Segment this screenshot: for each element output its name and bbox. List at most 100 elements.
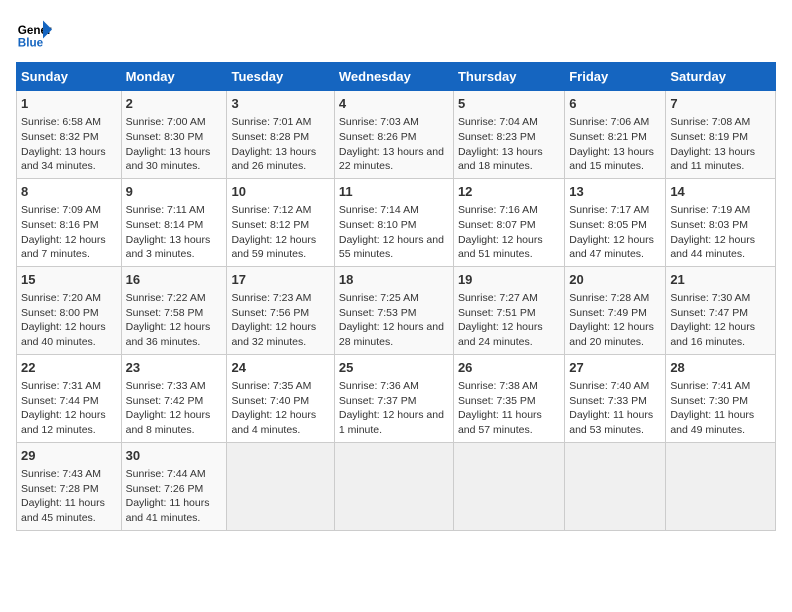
calendar-cell: 2 Sunrise: 7:00 AMSunset: 8:30 PMDaylight… [121, 91, 227, 179]
calendar-cell: 21 Sunrise: 7:30 AMSunset: 7:47 PMDayligh… [666, 266, 776, 354]
calendar-cell: 12 Sunrise: 7:16 AMSunset: 8:07 PMDayligh… [453, 178, 564, 266]
calendar-cell: 14 Sunrise: 7:19 AMSunset: 8:03 PMDayligh… [666, 178, 776, 266]
day-number: 20 [569, 271, 661, 289]
day-number: 1 [21, 95, 117, 113]
day-info: Sunrise: 7:23 AMSunset: 7:56 PMDaylight:… [231, 291, 329, 350]
calendar-cell: 4 Sunrise: 7:03 AMSunset: 8:26 PMDaylight… [334, 91, 453, 179]
day-number: 11 [339, 183, 449, 201]
calendar-cell: 17Sunrise: 7:23 AMSunset: 7:56 PMDayligh… [227, 266, 334, 354]
day-info: Sunrise: 7:09 AMSunset: 8:16 PMDaylight:… [21, 203, 117, 262]
day-info: Sunrise: 7:17 AMSunset: 8:05 PMDaylight:… [569, 203, 661, 262]
day-number: 15 [21, 271, 117, 289]
calendar-cell: 24 Sunrise: 7:35 AMSunset: 7:40 PMDayligh… [227, 354, 334, 442]
day-info: Sunrise: 7:28 AMSunset: 7:49 PMDaylight:… [569, 291, 661, 350]
day-number: 5 [458, 95, 560, 113]
day-info: Sunrise: 7:22 AMSunset: 7:58 PMDaylight:… [126, 291, 223, 350]
day-info: Sunrise: 7:30 AMSunset: 7:47 PMDaylight:… [670, 291, 771, 350]
day-info: Sunrise: 7:36 AMSunset: 7:37 PMDaylight:… [339, 379, 449, 438]
day-info: Sunrise: 7:16 AMSunset: 8:07 PMDaylight:… [458, 203, 560, 262]
day-info: Sunrise: 7:43 AMSunset: 7:28 PMDaylight:… [21, 467, 117, 526]
day-number: 30 [126, 447, 223, 465]
page-header: General Blue [16, 16, 776, 52]
calendar-cell: 22Sunrise: 7:31 AMSunset: 7:44 PMDayligh… [17, 354, 122, 442]
calendar-week-row: 22Sunrise: 7:31 AMSunset: 7:44 PMDayligh… [17, 354, 776, 442]
calendar-cell: 10 Sunrise: 7:12 AMSunset: 8:12 PMDayligh… [227, 178, 334, 266]
day-number: 14 [670, 183, 771, 201]
day-info: Sunrise: 7:12 AMSunset: 8:12 PMDaylight:… [231, 203, 329, 262]
calendar-cell: 19Sunrise: 7:27 AMSunset: 7:51 PMDayligh… [453, 266, 564, 354]
weekday-header-tuesday: Tuesday [227, 63, 334, 91]
calendar-cell [666, 442, 776, 530]
day-number: 18 [339, 271, 449, 289]
day-number: 2 [126, 95, 223, 113]
day-number: 16 [126, 271, 223, 289]
day-number: 7 [670, 95, 771, 113]
weekday-header-saturday: Saturday [666, 63, 776, 91]
day-info: Sunrise: 7:08 AMSunset: 8:19 PMDaylight:… [670, 115, 771, 174]
day-info: Sunrise: 7:06 AMSunset: 8:21 PMDaylight:… [569, 115, 661, 174]
day-number: 3 [231, 95, 329, 113]
calendar-week-row: 29 Sunrise: 7:43 AMSunset: 7:28 PMDayligh… [17, 442, 776, 530]
weekday-header-thursday: Thursday [453, 63, 564, 91]
day-info: Sunrise: 7:20 AMSunset: 8:00 PMDaylight:… [21, 291, 117, 350]
day-info: Sunrise: 6:58 AMSunset: 8:32 PMDaylight:… [21, 115, 117, 174]
calendar-cell: 16 Sunrise: 7:22 AMSunset: 7:58 PMDayligh… [121, 266, 227, 354]
weekday-header-wednesday: Wednesday [334, 63, 453, 91]
calendar-cell: 5 Sunrise: 7:04 AMSunset: 8:23 PMDaylight… [453, 91, 564, 179]
day-info: Sunrise: 7:14 AMSunset: 8:10 PMDaylight:… [339, 203, 449, 262]
calendar-cell: 29 Sunrise: 7:43 AMSunset: 7:28 PMDayligh… [17, 442, 122, 530]
svg-text:Blue: Blue [18, 37, 44, 50]
day-info: Sunrise: 7:44 AMSunset: 7:26 PMDaylight:… [126, 467, 223, 526]
day-number: 10 [231, 183, 329, 201]
weekday-header-friday: Friday [565, 63, 666, 91]
day-number: 13 [569, 183, 661, 201]
weekday-header-row: SundayMondayTuesdayWednesdayThursdayFrid… [17, 63, 776, 91]
calendar-cell: 20 Sunrise: 7:28 AMSunset: 7:49 PMDayligh… [565, 266, 666, 354]
logo: General Blue [16, 16, 52, 52]
calendar-week-row: 8Sunrise: 7:09 AMSunset: 8:16 PMDaylight… [17, 178, 776, 266]
day-info: Sunrise: 7:40 AMSunset: 7:33 PMDaylight:… [569, 379, 661, 438]
calendar-cell: 13 Sunrise: 7:17 AMSunset: 8:05 PMDayligh… [565, 178, 666, 266]
calendar-cell: 18 Sunrise: 7:25 AMSunset: 7:53 PMDayligh… [334, 266, 453, 354]
day-info: Sunrise: 7:01 AMSunset: 8:28 PMDaylight:… [231, 115, 329, 174]
day-number: 9 [126, 183, 223, 201]
calendar-week-row: 1 Sunrise: 6:58 AMSunset: 8:32 PMDaylight… [17, 91, 776, 179]
day-number: 25 [339, 359, 449, 377]
day-number: 26 [458, 359, 560, 377]
logo-icon: General Blue [16, 16, 52, 52]
day-info: Sunrise: 7:27 AMSunset: 7:51 PMDaylight:… [458, 291, 560, 350]
day-info: Sunrise: 7:38 AMSunset: 7:35 PMDaylight:… [458, 379, 560, 438]
day-number: 6 [569, 95, 661, 113]
calendar-cell: 11 Sunrise: 7:14 AMSunset: 8:10 PMDayligh… [334, 178, 453, 266]
calendar-table: SundayMondayTuesdayWednesdayThursdayFrid… [16, 62, 776, 531]
day-info: Sunrise: 7:00 AMSunset: 8:30 PMDaylight:… [126, 115, 223, 174]
calendar-week-row: 15 Sunrise: 7:20 AMSunset: 8:00 PMDayligh… [17, 266, 776, 354]
calendar-cell: 27 Sunrise: 7:40 AMSunset: 7:33 PMDayligh… [565, 354, 666, 442]
day-number: 21 [670, 271, 771, 289]
weekday-header-monday: Monday [121, 63, 227, 91]
day-number: 23 [126, 359, 223, 377]
calendar-cell: 7 Sunrise: 7:08 AMSunset: 8:19 PMDaylight… [666, 91, 776, 179]
calendar-cell: 3 Sunrise: 7:01 AMSunset: 8:28 PMDaylight… [227, 91, 334, 179]
weekday-header-sunday: Sunday [17, 63, 122, 91]
day-info: Sunrise: 7:33 AMSunset: 7:42 PMDaylight:… [126, 379, 223, 438]
day-number: 29 [21, 447, 117, 465]
day-info: Sunrise: 7:03 AMSunset: 8:26 PMDaylight:… [339, 115, 449, 174]
day-number: 27 [569, 359, 661, 377]
calendar-cell: 9Sunrise: 7:11 AMSunset: 8:14 PMDaylight… [121, 178, 227, 266]
day-number: 4 [339, 95, 449, 113]
calendar-cell: 28 Sunrise: 7:41 AMSunset: 7:30 PMDayligh… [666, 354, 776, 442]
day-info: Sunrise: 7:04 AMSunset: 8:23 PMDaylight:… [458, 115, 560, 174]
calendar-cell [334, 442, 453, 530]
calendar-cell: 15 Sunrise: 7:20 AMSunset: 8:00 PMDayligh… [17, 266, 122, 354]
day-number: 28 [670, 359, 771, 377]
day-info: Sunrise: 7:35 AMSunset: 7:40 PMDaylight:… [231, 379, 329, 438]
calendar-cell: 30 Sunrise: 7:44 AMSunset: 7:26 PMDayligh… [121, 442, 227, 530]
day-info: Sunrise: 7:41 AMSunset: 7:30 PMDaylight:… [670, 379, 771, 438]
day-number: 12 [458, 183, 560, 201]
calendar-cell: 8Sunrise: 7:09 AMSunset: 8:16 PMDaylight… [17, 178, 122, 266]
day-number: 24 [231, 359, 329, 377]
day-info: Sunrise: 7:19 AMSunset: 8:03 PMDaylight:… [670, 203, 771, 262]
day-info: Sunrise: 7:25 AMSunset: 7:53 PMDaylight:… [339, 291, 449, 350]
calendar-cell: 6 Sunrise: 7:06 AMSunset: 8:21 PMDaylight… [565, 91, 666, 179]
